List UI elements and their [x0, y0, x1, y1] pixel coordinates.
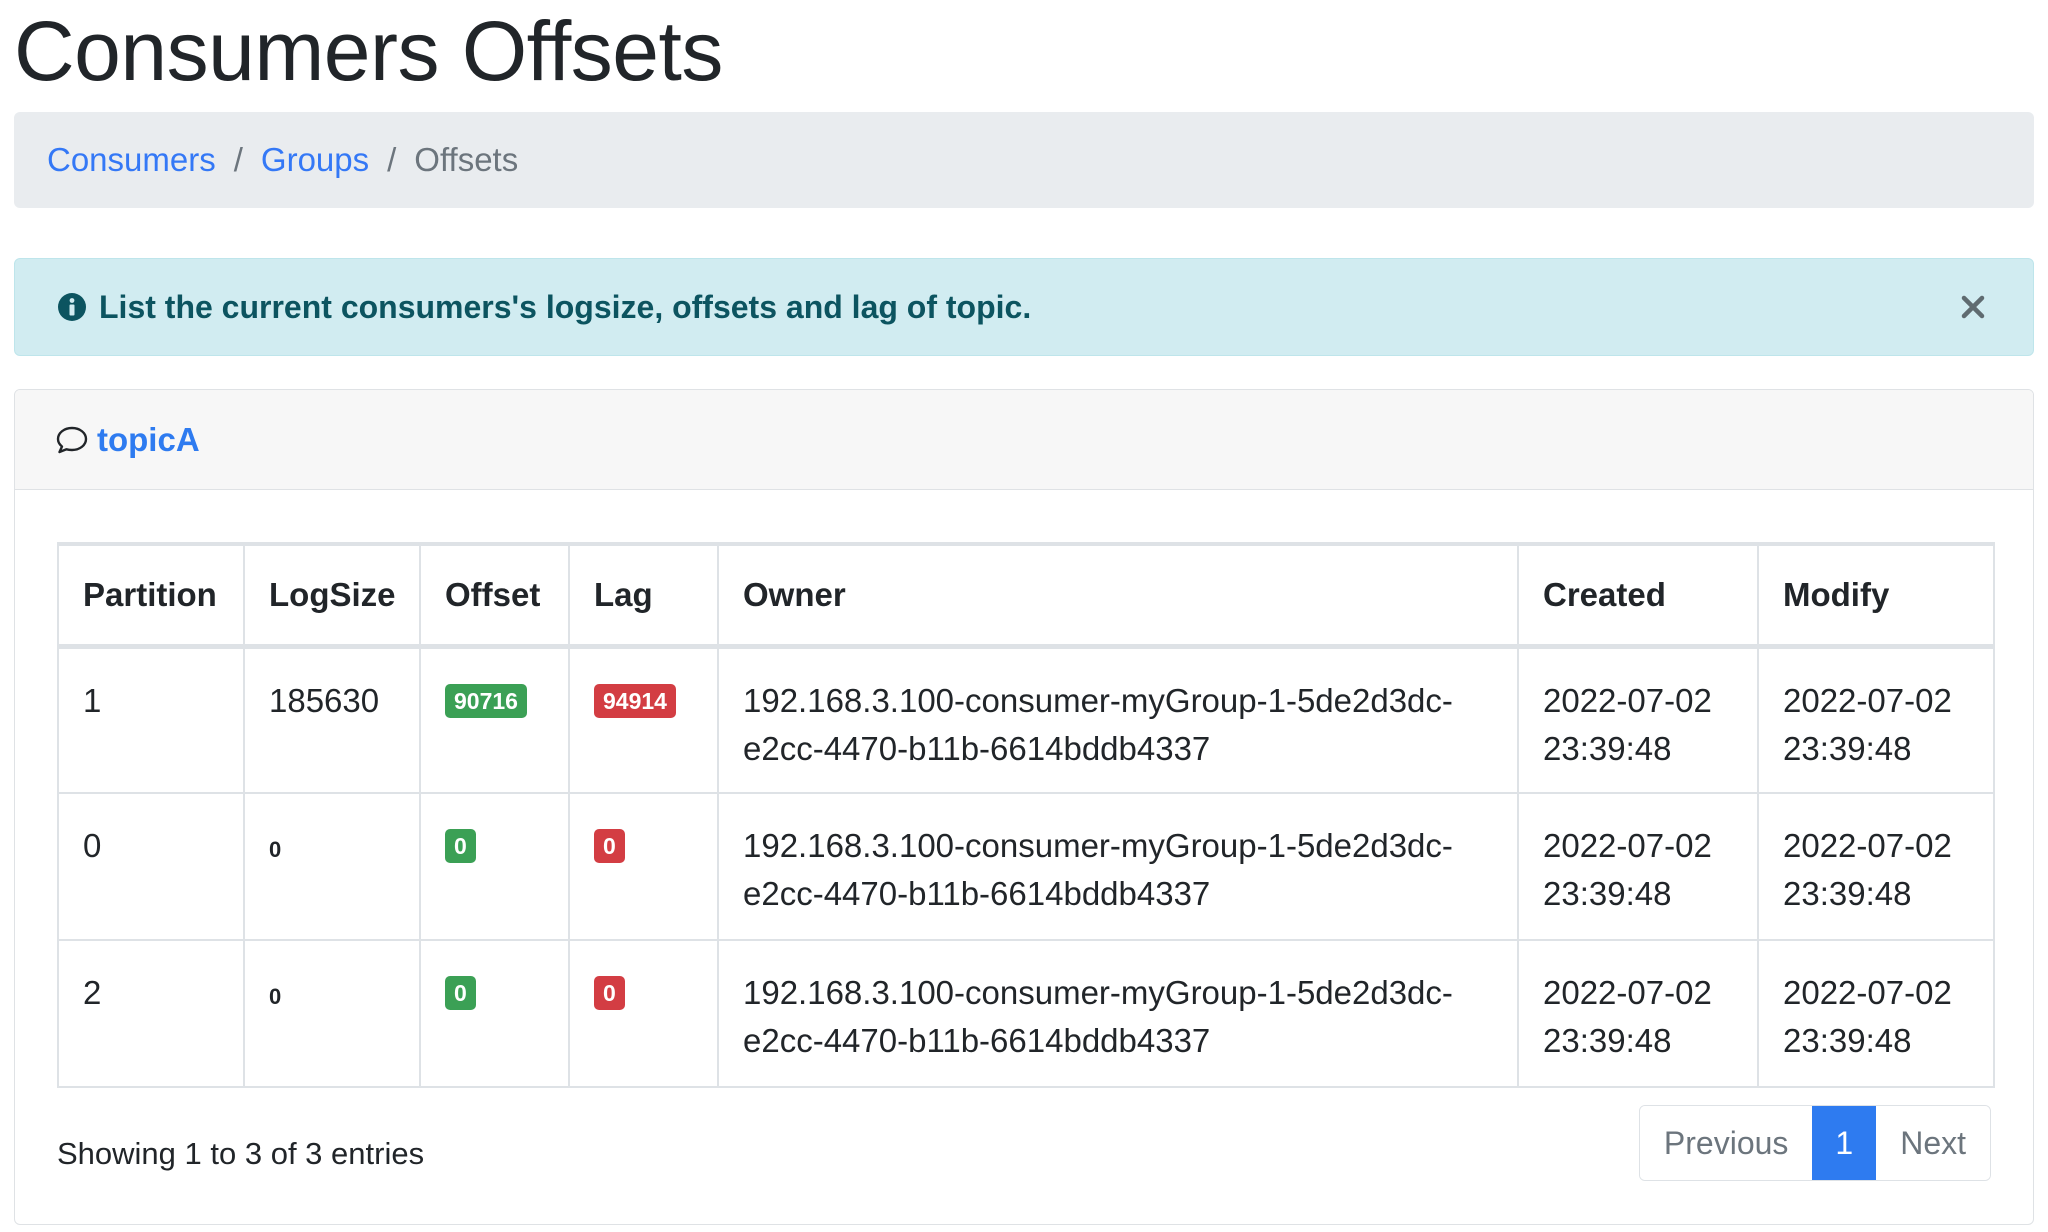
cell-offset: 0: [419, 792, 570, 941]
cell-modify: 2022-07-02 23:39:48: [1757, 939, 1995, 1088]
page-title: Consumers Offsets: [14, 4, 723, 98]
owner-line-2: e2cc-4470-b11b-6614bddb4337: [743, 875, 1211, 912]
topic-card: topicA Partition LogSize Offset Lag Owne…: [14, 389, 2034, 1225]
cell-partition: 0: [57, 792, 245, 941]
lag-badge: 94914: [594, 683, 676, 718]
cell-modify: 2022-07-02 23:39:48: [1757, 645, 1995, 794]
column-header-logsize[interactable]: LogSize: [243, 542, 421, 649]
cell-created: 2022-07-02 23:39:48: [1517, 939, 1759, 1088]
next-page-button[interactable]: Next: [1876, 1106, 1990, 1180]
info-alert: List the current consumers's logsize, of…: [14, 258, 2034, 356]
page: Consumers Offsets Consumers / Groups / O…: [0, 0, 2048, 1232]
close-icon[interactable]: [1953, 287, 1993, 327]
cell-offset: 0: [419, 939, 570, 1088]
lag-badge: 0: [594, 976, 625, 1011]
cell-logsize: 185630: [243, 645, 421, 794]
column-header-partition[interactable]: Partition: [57, 542, 245, 649]
previous-page-button[interactable]: Previous: [1639, 1106, 1813, 1180]
cell-logsize: 0: [243, 792, 421, 941]
offset-badge: 0: [445, 829, 476, 864]
created-date: 2022-07-02: [1543, 681, 1712, 719]
table-row: 0 0 0 0 192.168.3.100-consumer-myGroup-1…: [57, 792, 1995, 941]
alert-message: List the current consumers's logsize, of…: [99, 288, 1032, 325]
table-header-row: Partition LogSize Offset Lag Owner Creat…: [57, 542, 1995, 649]
cell-owner: 192.168.3.100-consumer-myGroup-1-5de2d3d…: [717, 939, 1519, 1088]
modify-time: 23:39:48: [1783, 729, 1912, 767]
breadcrumb-separator: /: [387, 141, 397, 178]
breadcrumb-separator: /: [233, 141, 243, 178]
topic-link[interactable]: topicA: [97, 421, 200, 459]
modify-date: 2022-07-02: [1783, 681, 1952, 719]
modify-date: 2022-07-02: [1783, 974, 1952, 1011]
cell-modify: 2022-07-02 23:39:48: [1757, 792, 1995, 941]
cell-offset: 90716: [419, 645, 570, 794]
owner-line-1: 192.168.3.100-consumer-myGroup-1-5de2d3d…: [743, 681, 1453, 719]
cell-owner: 192.168.3.100-consumer-myGroup-1-5de2d3d…: [717, 792, 1519, 941]
cell-created: 2022-07-02 23:39:48: [1517, 645, 1759, 794]
created-date: 2022-07-02: [1543, 974, 1712, 1011]
owner-line-2: e2cc-4470-b11b-6614bddb4337: [743, 729, 1211, 767]
card-header: topicA: [15, 390, 2033, 490]
table-info: Showing 1 to 3 of 3 entries: [57, 1136, 425, 1171]
created-time: 23:39:48: [1543, 729, 1672, 767]
column-header-offset[interactable]: Offset: [419, 542, 570, 649]
column-header-created[interactable]: Created: [1517, 542, 1759, 649]
offsets-table: Partition LogSize Offset Lag Owner Creat…: [57, 542, 1995, 1088]
created-time: 23:39:48: [1543, 1022, 1672, 1059]
created-time: 23:39:48: [1543, 875, 1672, 912]
modify-date: 2022-07-02: [1783, 827, 1952, 864]
owner-line-2: e2cc-4470-b11b-6614bddb4337: [743, 1022, 1211, 1059]
owner-line-1: 192.168.3.100-consumer-myGroup-1-5de2d3d…: [743, 974, 1453, 1011]
column-header-owner[interactable]: Owner: [717, 542, 1519, 649]
logsize-value: 0: [269, 984, 282, 1009]
breadcrumb-groups-link[interactable]: Groups: [261, 141, 369, 179]
breadcrumb-current: Offsets: [414, 141, 519, 178]
current-page-button[interactable]: 1: [1812, 1106, 1877, 1180]
cell-owner: 192.168.3.100-consumer-myGroup-1-5de2d3d…: [717, 645, 1519, 794]
cell-created: 2022-07-02 23:39:48: [1517, 792, 1759, 941]
cell-partition: 2: [57, 939, 245, 1088]
table-row: 1 185630 90716 94914 192.168.3.100-consu…: [57, 645, 1995, 794]
cell-lag: 0: [568, 792, 719, 941]
created-date: 2022-07-02: [1543, 827, 1712, 864]
modify-time: 23:39:48: [1783, 875, 1912, 912]
cell-lag: 0: [568, 939, 719, 1088]
breadcrumb-consumers-link[interactable]: Consumers: [47, 141, 216, 179]
table-row: 2 0 0 0 192.168.3.100-consumer-myGroup-1…: [57, 939, 1995, 1088]
cell-logsize: 0: [243, 939, 421, 1088]
breadcrumb: Consumers / Groups / Offsets: [14, 112, 2034, 208]
pagination: Previous 1 Next: [1638, 1105, 1991, 1181]
offsets-table-wrapper: Partition LogSize Offset Lag Owner Creat…: [57, 542, 1995, 1088]
lag-badge: 0: [594, 829, 625, 864]
column-header-modify[interactable]: Modify: [1757, 542, 1995, 649]
offset-badge: 0: [445, 976, 476, 1011]
owner-line-1: 192.168.3.100-consumer-myGroup-1-5de2d3d…: [743, 827, 1453, 864]
comment-icon: [55, 423, 89, 457]
modify-time: 23:39:48: [1783, 1022, 1912, 1059]
info-circle-icon: [57, 292, 87, 322]
column-header-lag[interactable]: Lag: [568, 542, 719, 649]
cell-lag: 94914: [568, 645, 719, 794]
cell-partition: 1: [57, 645, 245, 794]
offset-badge: 90716: [445, 683, 527, 718]
logsize-value: 0: [269, 837, 282, 862]
